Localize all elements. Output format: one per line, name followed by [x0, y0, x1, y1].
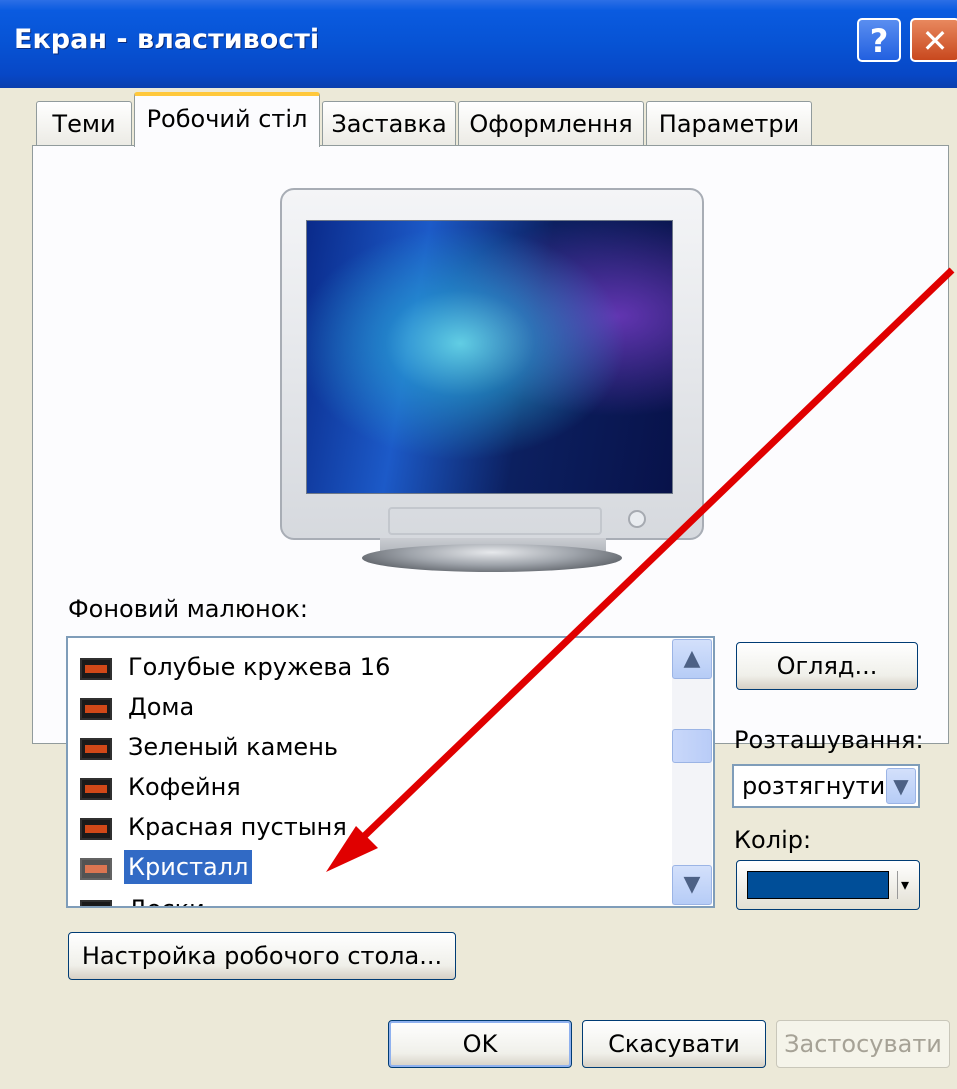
- display-properties-window: Екран - властивості ? ✕ Теми Робочий сті…: [0, 0, 957, 1089]
- scroll-thumb[interactable]: [672, 729, 712, 763]
- monitor-power-icon: [628, 510, 646, 528]
- tab-screensaver[interactable]: Заставка: [322, 101, 456, 145]
- list-item-label: Зеленый камень: [128, 733, 339, 761]
- position-select[interactable]: розтягнути ▼: [732, 764, 920, 808]
- list-item-label: Голубые кружева 16: [128, 653, 391, 681]
- close-button[interactable]: ✕: [910, 18, 957, 62]
- scroll-down-icon[interactable]: ▼: [672, 865, 712, 905]
- window-title: Екран - властивості: [14, 24, 320, 55]
- image-file-icon: [80, 698, 112, 720]
- apply-button[interactable]: Застосувати: [776, 1020, 950, 1068]
- wallpaper-label: Фоновий малюнок:: [68, 595, 308, 623]
- list-item[interactable]: Красная пустыня: [80, 808, 680, 848]
- wallpaper-preview-screen: [306, 220, 673, 494]
- position-select-value: розтягнути: [742, 772, 886, 800]
- list-item-selected[interactable]: Кристалл: [80, 848, 680, 888]
- list-item-label: Доски: [124, 892, 209, 906]
- wallpaper-list[interactable]: Голубые кружева 16 Дома Зеленый камень К…: [66, 636, 715, 908]
- color-label: Колір:: [734, 826, 812, 854]
- tab-appearance[interactable]: Оформлення: [458, 101, 644, 145]
- tab-desktop[interactable]: Робочий стіл: [134, 92, 320, 147]
- tab-settings[interactable]: Параметри: [646, 101, 812, 145]
- wallpaper-list-scrollbar[interactable]: ▲ ▼: [672, 639, 712, 905]
- tab-themes[interactable]: Теми: [36, 101, 132, 145]
- list-item[interactable]: Зеленый камень: [80, 728, 680, 768]
- scroll-up-icon[interactable]: ▲: [672, 639, 712, 679]
- customize-desktop-button[interactable]: Настройка робочого стола...: [68, 932, 456, 980]
- list-item[interactable]: Кофейня: [80, 768, 680, 808]
- color-picker-button[interactable]: ▾: [736, 860, 920, 910]
- image-file-icon: [80, 818, 112, 840]
- image-file-icon: [80, 658, 112, 680]
- help-button[interactable]: ?: [857, 18, 901, 62]
- image-file-icon: [80, 900, 112, 906]
- list-item-label: Кристалл: [124, 850, 253, 884]
- chevron-down-icon[interactable]: ▼: [886, 768, 916, 804]
- list-item-label: Дома: [128, 693, 195, 721]
- list-item[interactable]: Дома: [80, 688, 680, 728]
- image-file-icon: [80, 858, 112, 880]
- browse-button[interactable]: Огляд...: [736, 642, 918, 690]
- list-item[interactable]: Доски: [80, 890, 680, 906]
- image-file-icon: [80, 738, 112, 760]
- color-swatch: [747, 871, 889, 899]
- cancel-button[interactable]: Скасувати: [582, 1020, 766, 1068]
- title-bar[interactable]: Екран - властивості ? ✕: [0, 0, 957, 88]
- list-item-label: Красная пустыня: [128, 813, 347, 841]
- image-file-icon: [80, 778, 112, 800]
- list-item-label: Кофейня: [128, 773, 241, 801]
- list-item[interactable]: Голубые кружева 16: [80, 648, 680, 688]
- monitor-bezel-slot: [388, 507, 602, 535]
- ok-button[interactable]: OK: [388, 1020, 572, 1068]
- position-label: Розташування:: [734, 726, 924, 754]
- color-dropdown-icon: ▾: [897, 871, 912, 899]
- monitor-stand-base: [362, 544, 622, 572]
